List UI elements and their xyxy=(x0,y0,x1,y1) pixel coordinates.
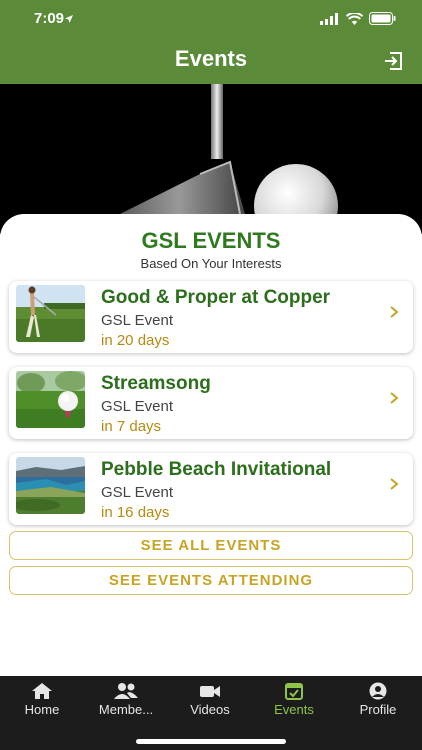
chevron-right-icon xyxy=(390,478,399,490)
status-bar: 7:09 xyxy=(0,0,422,38)
chevron-right-icon xyxy=(390,392,399,404)
tab-label: Profile xyxy=(359,702,397,717)
home-icon xyxy=(32,683,52,699)
members-icon xyxy=(114,683,138,699)
event-title: Good & Proper at Copper xyxy=(101,287,331,308)
page-title: Events xyxy=(174,46,248,71)
calendar-icon xyxy=(285,683,303,700)
event-countdown: in 16 days xyxy=(101,504,170,521)
events-section-subtitle: Based On Your Interests xyxy=(140,256,282,271)
status-icons xyxy=(65,12,396,25)
tab-events[interactable]: Events xyxy=(252,682,336,717)
tab-label: Membe... xyxy=(98,702,154,717)
home-indicator xyxy=(136,739,286,744)
tab-home[interactable]: Home xyxy=(0,682,84,717)
signal-icon xyxy=(320,12,338,25)
logout-icon[interactable] xyxy=(382,50,404,72)
event-card[interactable]: Pebble Beach Invitational GSL Event in 1… xyxy=(9,453,413,525)
hero-image xyxy=(0,84,422,234)
tab-label: Videos xyxy=(190,702,230,717)
tab-members[interactable]: Membe... xyxy=(84,682,168,717)
events-section-title: GSL EVENTS xyxy=(141,228,281,253)
chevron-right-icon xyxy=(390,306,399,318)
event-card[interactable]: Good & Proper at Copper GSL Event in 20 … xyxy=(9,281,413,353)
tab-profile[interactable]: Profile xyxy=(336,682,420,717)
tab-label: Home xyxy=(24,702,60,717)
tab-label: Events xyxy=(274,702,314,717)
see-events-attending-button[interactable]: SEE EVENTS ATTENDING xyxy=(9,566,413,595)
battery-icon xyxy=(369,12,396,25)
see-all-events-button[interactable]: SEE ALL EVENTS xyxy=(9,531,413,560)
video-icon xyxy=(200,686,220,697)
profile-icon xyxy=(369,682,387,700)
location-arrow-icon xyxy=(65,15,73,23)
golf-club-ball-image xyxy=(0,84,422,234)
header: 7:09 Events xyxy=(0,0,422,84)
golf-ball-tee-image xyxy=(16,371,85,428)
event-card[interactable]: Streamsong GSL Event in 7 days xyxy=(9,367,413,439)
event-type: GSL Event xyxy=(101,312,173,329)
golfer-image xyxy=(16,285,85,342)
tab-videos[interactable]: Videos xyxy=(168,682,252,717)
event-title: Streamsong xyxy=(101,373,211,394)
event-type: GSL Event xyxy=(101,398,173,415)
event-title: Pebble Beach Invitational xyxy=(101,459,332,480)
event-countdown: in 7 days xyxy=(101,418,162,435)
status-time: 7:09 xyxy=(34,10,65,27)
event-countdown: in 20 days xyxy=(101,332,170,349)
event-type: GSL Event xyxy=(101,484,173,501)
coastline-image xyxy=(16,457,85,514)
wifi-icon xyxy=(346,12,363,25)
